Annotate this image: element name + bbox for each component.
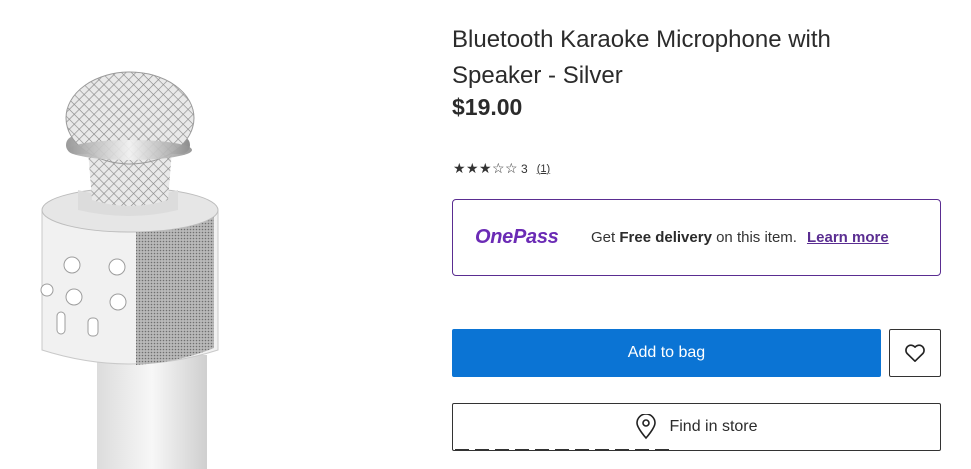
product-rating: ★ ★ ★ ☆ ☆ 3 (1) bbox=[453, 160, 550, 177]
onepass-message: Get Free delivery on this item. Learn mor… bbox=[591, 229, 911, 247]
onepass-prefix: Get bbox=[591, 228, 620, 246]
learn-more-link[interactable]: Learn more bbox=[807, 229, 889, 246]
product-title: Bluetooth Karaoke Microphone with Speake… bbox=[452, 26, 831, 89]
loading-placeholder bbox=[455, 449, 669, 451]
add-to-bag-button[interactable]: Add to bag bbox=[452, 329, 881, 377]
product-price: $19.00 bbox=[452, 94, 523, 120]
product-image bbox=[0, 0, 420, 469]
find-in-store-button[interactable]: Find in store bbox=[452, 403, 941, 451]
wishlist-button[interactable] bbox=[889, 329, 941, 377]
onepass-logo: OnePass bbox=[475, 226, 559, 248]
find-in-store-label: Find in store bbox=[669, 418, 758, 435]
rating-value: 3 bbox=[521, 161, 528, 176]
onepass-banner: OnePass Get Free delivery on this item. L… bbox=[452, 199, 941, 276]
star-empty-icon: ☆ bbox=[505, 160, 518, 176]
microphone-image bbox=[40, 71, 219, 469]
heart-icon bbox=[905, 344, 925, 362]
star-icon: ★ bbox=[466, 160, 479, 176]
free-delivery-text: Free delivery bbox=[619, 228, 712, 246]
star-icon: ★ bbox=[479, 160, 492, 176]
review-count-link[interactable]: (1) bbox=[537, 163, 550, 175]
onepass-suffix: on this item. bbox=[711, 228, 797, 246]
star-icon: ★ bbox=[453, 160, 466, 176]
map-pin-icon bbox=[635, 414, 657, 440]
rating-stars: ★ ★ ★ ☆ ☆ bbox=[453, 160, 518, 177]
star-empty-icon: ☆ bbox=[492, 160, 505, 176]
